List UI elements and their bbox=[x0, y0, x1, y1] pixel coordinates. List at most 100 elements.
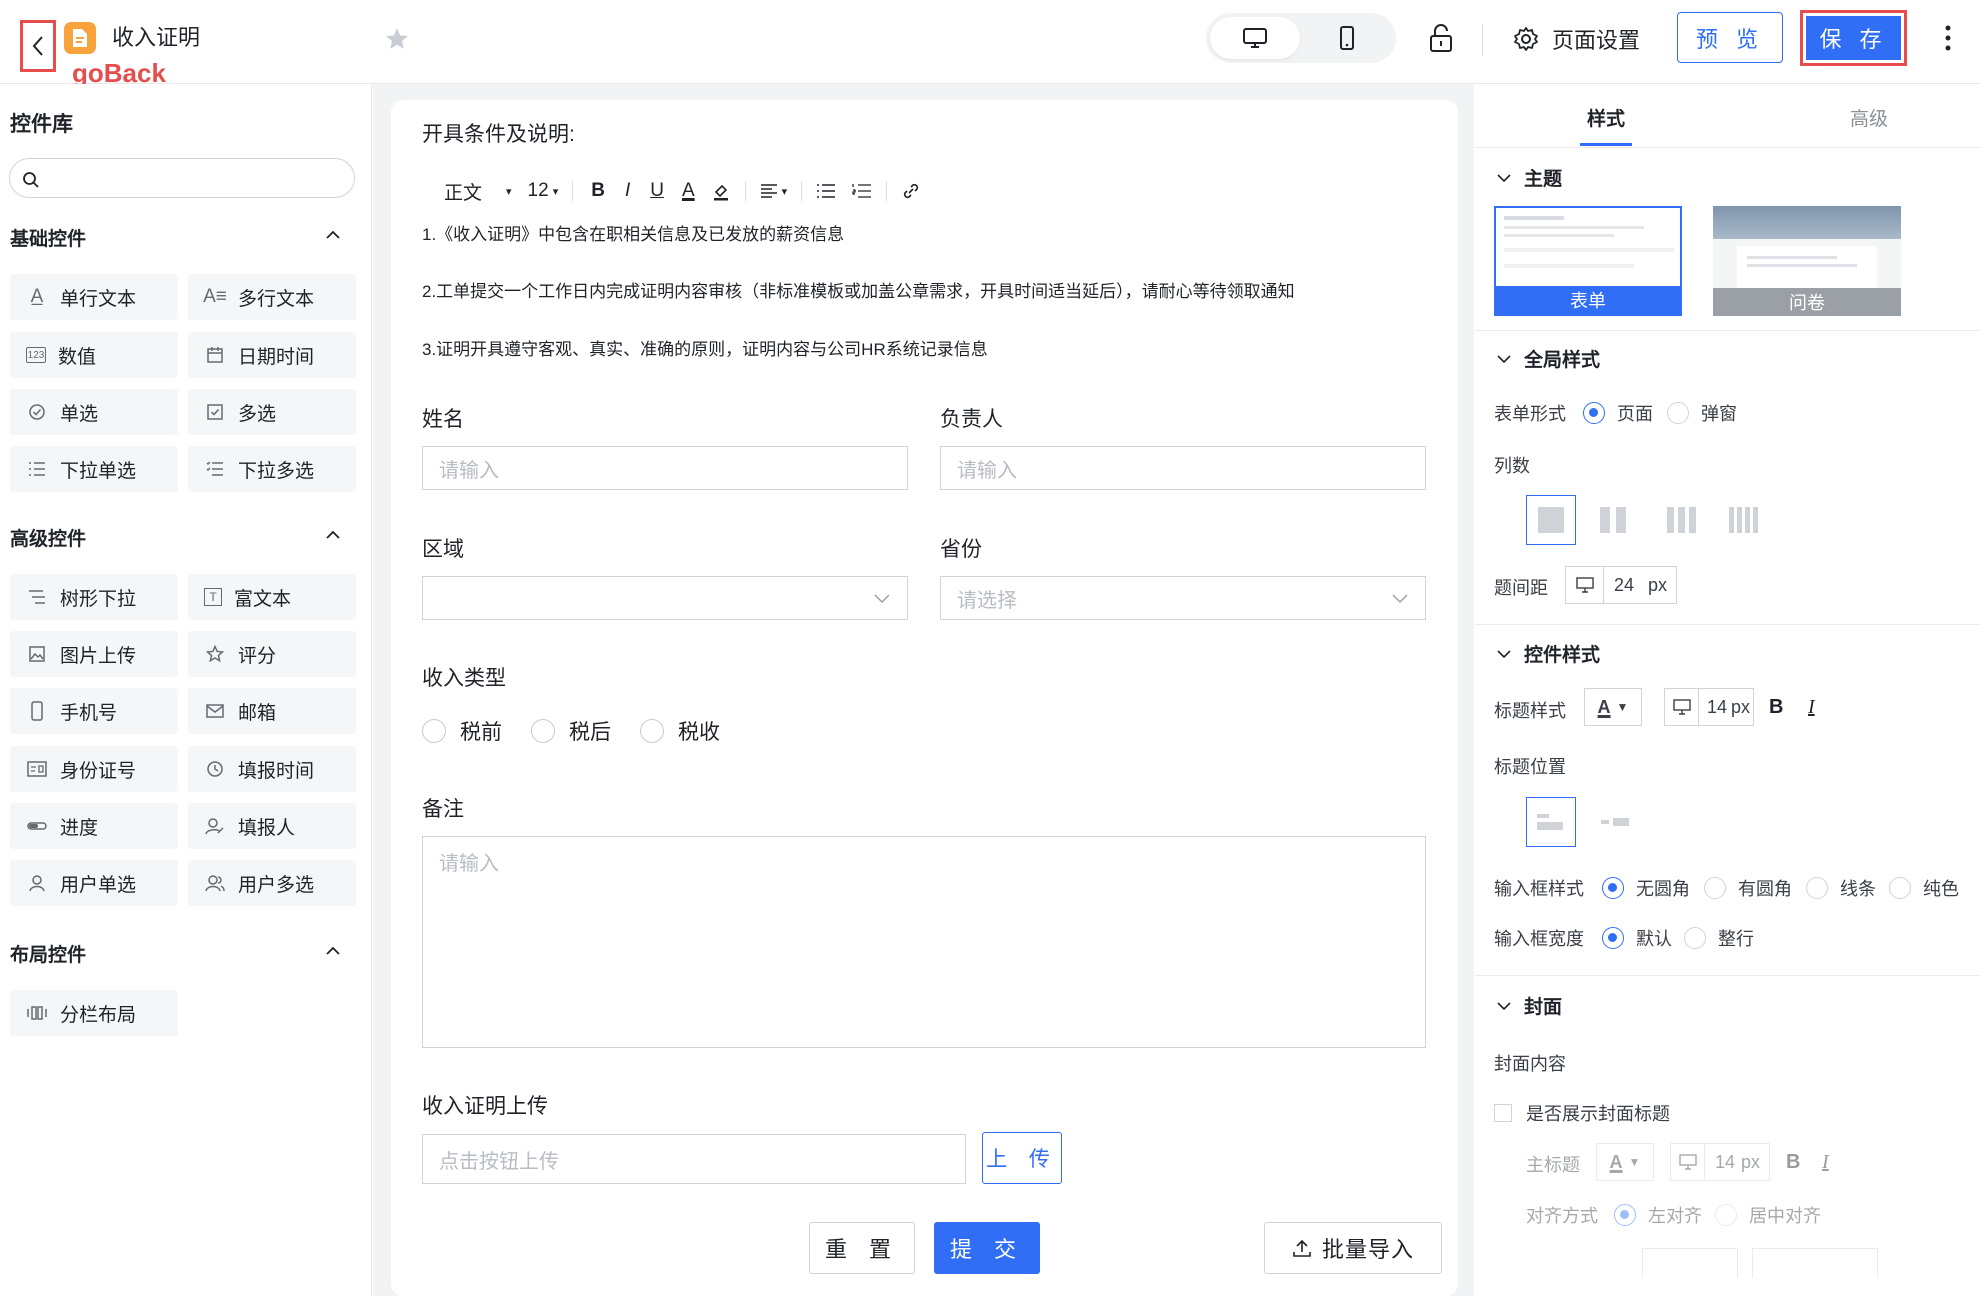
theme-survey-card[interactable]: 问卷 bbox=[1713, 206, 1901, 316]
control-multi-line-text[interactable]: A≡ 多行文本 bbox=[188, 274, 356, 320]
more-icon[interactable] bbox=[1944, 22, 1952, 59]
region-select[interactable] bbox=[422, 576, 908, 620]
underline-icon[interactable]: U bbox=[650, 180, 664, 202]
active-tab-indicator bbox=[1580, 143, 1632, 146]
control-fill-time[interactable]: 填报时间 bbox=[188, 746, 356, 792]
ordered-list-icon[interactable] bbox=[852, 183, 872, 199]
income-type-aftertax[interactable]: 税后 bbox=[531, 716, 611, 746]
theme-section-header[interactable]: 主题 bbox=[1496, 164, 1562, 191]
input-style-rounded-radio[interactable]: 有圆角 bbox=[1704, 875, 1792, 901]
owner-input[interactable]: 请输入 bbox=[940, 446, 1426, 490]
form-mode-dialog-radio[interactable]: 弹窗 bbox=[1667, 400, 1737, 426]
radio-circle bbox=[422, 719, 446, 743]
preview-button[interactable]: 预 览 bbox=[1677, 12, 1783, 63]
title-font-size-input[interactable]: 14 px bbox=[1664, 688, 1754, 726]
submit-button[interactable]: 提 交 bbox=[934, 1222, 1040, 1274]
chevron-up-icon[interactable] bbox=[324, 526, 342, 544]
columns-4-option[interactable] bbox=[1729, 507, 1758, 533]
font-color-icon[interactable]: A bbox=[682, 180, 695, 202]
income-type-tax[interactable]: 税收 bbox=[640, 716, 720, 746]
control-user-multi[interactable]: 用户多选 bbox=[188, 860, 356, 906]
highlight-icon[interactable] bbox=[711, 181, 731, 201]
mobile-view-button[interactable] bbox=[1302, 17, 1392, 59]
control-image-upload[interactable]: 图片上传 bbox=[10, 631, 178, 677]
italic-icon[interactable]: I bbox=[1808, 696, 1815, 719]
input-width-default-radio[interactable]: 默认 bbox=[1602, 925, 1672, 951]
mail-icon bbox=[204, 700, 226, 722]
input-width-full-radio[interactable]: 整行 bbox=[1684, 925, 1754, 951]
control-progress[interactable]: 进度 bbox=[10, 803, 178, 849]
link-icon[interactable] bbox=[901, 181, 921, 201]
star-icon[interactable] bbox=[384, 26, 410, 57]
reset-button[interactable]: 重 置 bbox=[809, 1222, 915, 1274]
control-dropdown-single[interactable]: 下拉单选 bbox=[10, 446, 178, 492]
income-type-pretax[interactable]: 税前 bbox=[422, 716, 502, 746]
font-size-select[interactable]: 12 bbox=[528, 180, 549, 202]
input-style-square-radio[interactable]: 无圆角 bbox=[1602, 875, 1690, 901]
paragraph-select[interactable]: 正文 bbox=[444, 178, 482, 205]
control-datetime[interactable]: 日期时间 bbox=[188, 332, 356, 378]
gear-icon bbox=[1514, 27, 1538, 51]
bold-icon[interactable]: B bbox=[591, 180, 605, 202]
control-tree-select[interactable]: 树形下拉 bbox=[10, 574, 178, 620]
bold-icon[interactable]: B bbox=[1769, 696, 1783, 719]
desktop-view-button[interactable] bbox=[1210, 17, 1300, 59]
caret-down-icon[interactable]: ▾ bbox=[506, 185, 512, 198]
input-style-solid-radio[interactable]: 纯色 bbox=[1889, 875, 1959, 901]
control-dropdown-multi[interactable]: 下拉多选 bbox=[188, 446, 356, 492]
control-column-layout[interactable]: 分栏布局 bbox=[10, 990, 178, 1036]
theme-form-card[interactable]: 表单 bbox=[1494, 206, 1682, 316]
control-search-input[interactable] bbox=[9, 158, 355, 198]
chevron-down-icon bbox=[1497, 1001, 1511, 1010]
control-style-section-header[interactable]: 控件样式 bbox=[1496, 640, 1600, 667]
phone-icon bbox=[26, 700, 48, 722]
control-checkbox[interactable]: 多选 bbox=[188, 389, 356, 435]
chevron-up-icon[interactable] bbox=[324, 226, 342, 244]
clock-icon bbox=[204, 758, 226, 780]
control-phone[interactable]: 手机号 bbox=[10, 688, 178, 734]
batch-import-button[interactable]: 批量导入 bbox=[1264, 1222, 1442, 1274]
control-email[interactable]: 邮箱 bbox=[188, 688, 356, 734]
top-bar: goBack 收入证明 页面设置 预 览 保 存 bbox=[0, 0, 1980, 88]
columns-1-option[interactable] bbox=[1526, 495, 1576, 545]
upload-path-input[interactable]: 点击按钮上传 bbox=[422, 1134, 966, 1184]
control-number[interactable]: 123 数值 bbox=[10, 332, 178, 378]
thumb-line bbox=[1504, 264, 1634, 268]
chevron-up-icon[interactable] bbox=[324, 942, 342, 960]
global-style-section-header[interactable]: 全局样式 bbox=[1496, 345, 1600, 372]
control-user-single[interactable]: 用户单选 bbox=[10, 860, 178, 906]
lock-icon[interactable] bbox=[1426, 22, 1456, 59]
spacing-input[interactable]: 24 px bbox=[1565, 566, 1677, 604]
columns-3-option[interactable] bbox=[1667, 507, 1696, 533]
columns-2-option[interactable] bbox=[1600, 507, 1626, 533]
title-position-left-option[interactable] bbox=[1601, 818, 1629, 826]
caret-down-icon[interactable]: ▾ bbox=[553, 185, 559, 198]
italic-icon[interactable]: I bbox=[625, 180, 630, 202]
align-icon[interactable] bbox=[760, 183, 780, 199]
sidebar-title: 控件库 bbox=[10, 113, 73, 136]
caret-down-icon[interactable]: ▾ bbox=[782, 185, 788, 198]
control-rich-text[interactable]: T 富文本 bbox=[188, 574, 356, 620]
thumb-line bbox=[1747, 264, 1857, 267]
control-radio[interactable]: 单选 bbox=[10, 389, 178, 435]
control-single-line-text[interactable]: A̲ 单行文本 bbox=[10, 274, 178, 320]
control-rating[interactable]: 评分 bbox=[188, 631, 356, 677]
province-select[interactable]: 请选择 bbox=[940, 576, 1426, 620]
page-settings-button[interactable]: 页面设置 bbox=[1512, 22, 1640, 56]
title-position-top-option[interactable] bbox=[1526, 797, 1576, 847]
input-style-line-radio[interactable]: 线条 bbox=[1806, 875, 1876, 901]
form-mode-page-radio[interactable]: 页面 bbox=[1583, 400, 1653, 426]
title-color-picker[interactable]: A ▼ bbox=[1584, 688, 1642, 726]
save-button[interactable]: 保 存 bbox=[1806, 16, 1901, 60]
cover-show-title-checkbox[interactable]: 是否展示封面标题 bbox=[1494, 1100, 1670, 1126]
control-filler[interactable]: 填报人 bbox=[188, 803, 356, 849]
back-button[interactable] bbox=[20, 20, 56, 72]
cover-section-header[interactable]: 封面 bbox=[1496, 992, 1562, 1019]
remark-textarea[interactable]: 请输入 bbox=[422, 836, 1426, 1048]
name-input[interactable]: 请输入 bbox=[422, 446, 908, 490]
bullet-list-icon[interactable] bbox=[816, 183, 836, 199]
tab-advanced[interactable]: 高级 bbox=[1850, 104, 1888, 131]
tab-style[interactable]: 样式 bbox=[1587, 104, 1625, 131]
control-id-card[interactable]: 身份证号 bbox=[10, 746, 178, 792]
upload-button[interactable]: 上 传 bbox=[982, 1132, 1062, 1184]
